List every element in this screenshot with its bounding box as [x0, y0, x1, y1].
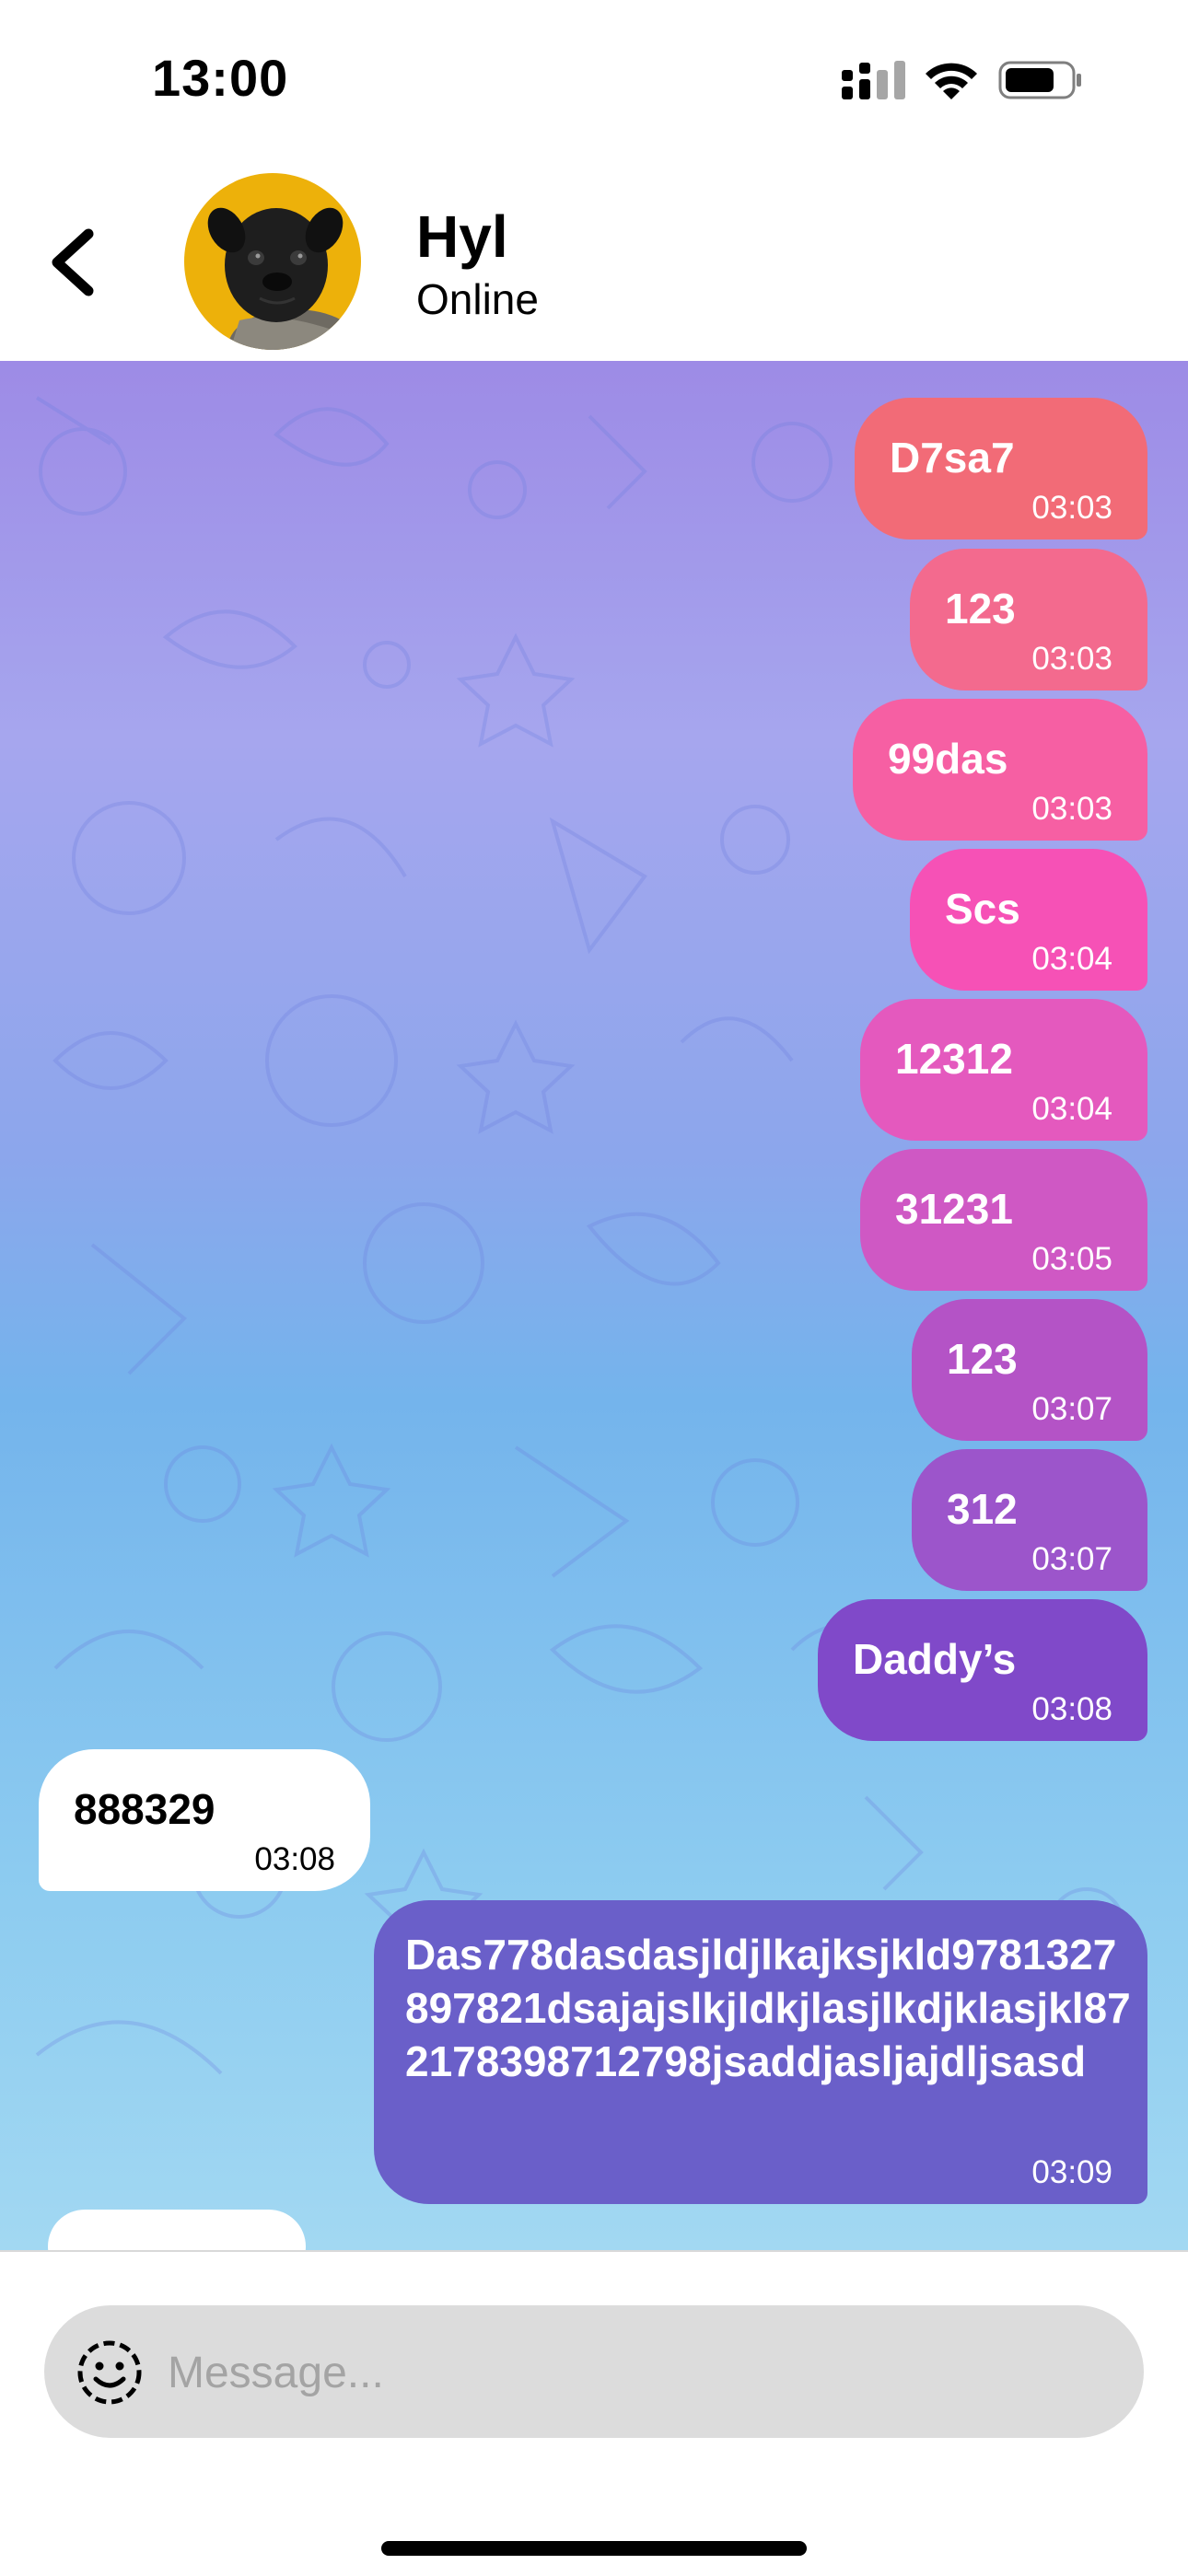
message-bubble-incoming[interactable]: 888329 03:08 — [39, 1749, 370, 1891]
pug-avatar-image — [207, 207, 361, 350]
message-bubble-outgoing[interactable]: Daddy’s 03:08 — [818, 1599, 1147, 1741]
emoji-icon[interactable] — [76, 2338, 144, 2407]
message-time: 03:03 — [1031, 791, 1112, 827]
back-button[interactable] — [41, 221, 105, 304]
message-text: 123 — [945, 585, 1016, 632]
message-bubble-outgoing[interactable]: 99das 03:03 — [853, 699, 1147, 841]
message-bubble-outgoing[interactable]: 123 03:03 — [910, 549, 1147, 690]
message-text: 123 — [947, 1335, 1018, 1383]
chat-header: Hyl Online — [0, 157, 1188, 361]
chat-message-list[interactable]: D7sa7 03:03 123 03:03 99das 03:03 Scs 03… — [0, 361, 1188, 2250]
message-input[interactable] — [166, 2338, 1090, 2407]
chevron-left-icon — [52, 228, 94, 296]
signal-icon — [842, 61, 905, 99]
message-bubble-outgoing[interactable]: 123 03:07 — [912, 1299, 1147, 1441]
message-time: 03:07 — [1031, 1391, 1112, 1427]
battery-icon — [998, 61, 1081, 99]
message-text: 888329 — [74, 1785, 215, 1833]
contact-name[interactable]: Hyl — [416, 203, 508, 271]
message-bubble-outgoing[interactable]: 31231 03:05 — [860, 1149, 1147, 1291]
status-bar: 13:00 — [0, 0, 1188, 157]
contact-status: Online — [416, 275, 539, 323]
message-text: Das778dasdasjldjlkajksjkld9781327897821d… — [405, 1931, 1131, 2085]
message-text: 12312 — [895, 1035, 1013, 1083]
message-field[interactable] — [44, 2305, 1144, 2438]
message-text: Scs — [945, 885, 1020, 933]
message-time: 03:03 — [1031, 490, 1112, 526]
message-text: 312 — [947, 1485, 1018, 1533]
message-text: 31231 — [895, 1185, 1013, 1233]
status-time: 13:00 — [152, 49, 289, 107]
message-time: 03:08 — [254, 1841, 335, 1877]
wifi-icon — [926, 63, 977, 99]
message-time: 03:05 — [1031, 1241, 1112, 1277]
message-text: 99das — [888, 735, 1008, 783]
message-bubble-outgoing[interactable]: Scs 03:04 — [910, 849, 1147, 991]
message-bubble-outgoing[interactable]: D7sa7 03:03 — [855, 398, 1147, 540]
message-bubble-outgoing[interactable]: 312 03:07 — [912, 1449, 1147, 1591]
message-text: D7sa7 — [890, 434, 1015, 482]
message-time: 03:08 — [1031, 1691, 1112, 1727]
message-time: 03:03 — [1031, 641, 1112, 677]
message-bubble-outgoing[interactable]: Das778dasdasjldjlkajksjkld9781327897821d… — [374, 1900, 1147, 2204]
message-time: 03:09 — [1031, 2154, 1112, 2190]
message-bubble-outgoing[interactable]: 12312 03:04 — [860, 999, 1147, 1141]
message-bubble-incoming-partial[interactable] — [48, 2210, 306, 2250]
composer-bar — [0, 2250, 1188, 2576]
message-text: Daddy’s — [853, 1635, 1017, 1683]
message-time: 03:04 — [1031, 1091, 1112, 1127]
message-time: 03:07 — [1031, 1541, 1112, 1577]
avatar[interactable] — [184, 173, 361, 350]
message-time: 03:04 — [1031, 941, 1112, 977]
home-indicator[interactable] — [381, 2541, 807, 2556]
